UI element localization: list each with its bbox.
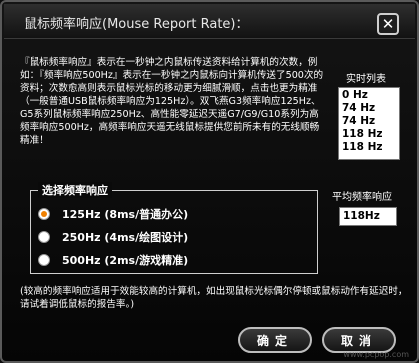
note-text: (较高的频率响应适用于效能较高的计算机，如出现鼠标光标偶尔停顿或鼠标动作有延迟时… <box>20 286 408 310</box>
radio-icon[interactable] <box>38 208 50 220</box>
realtime-list[interactable]: 0 Hz 74 Hz 74 Hz 118 Hz 118 Hz <box>338 87 400 160</box>
average-rate-value: 118Hz <box>339 207 397 226</box>
rate-group-title: 选择频率响应 <box>38 182 112 198</box>
rate-option-500hz[interactable]: 500Hz (2ms/游戏精准) <box>38 252 188 268</box>
list-item: 118 Hz <box>342 128 383 140</box>
rate-option-250hz[interactable]: 250Hz (4ms/绘图设计) <box>38 229 188 245</box>
close-button[interactable]: ✕ <box>377 13 399 35</box>
rate-option-label: 250Hz (4ms/绘图设计) <box>62 231 189 244</box>
ok-button[interactable]: 确定 <box>238 327 312 353</box>
list-item: 118 Hz <box>342 141 383 153</box>
dialog-title: 鼠标频率响应(Mouse Report Rate)： <box>24 17 249 32</box>
watermark: www.pcpop.com <box>343 350 409 359</box>
title-bar: 鼠标频率响应(Mouse Report Rate)： ✕ <box>4 4 415 39</box>
close-icon: ✕ <box>381 14 395 33</box>
average-rate-label: 平均频率响应 <box>332 192 392 203</box>
rate-option-label: 125Hz (8ms/普通办公) <box>62 208 189 221</box>
rate-option-125hz[interactable]: 125Hz (8ms/普通办公) <box>38 206 188 222</box>
rate-option-label: 500Hz (2ms/游戏精准) <box>62 254 189 267</box>
mouse-report-rate-dialog: 鼠标频率响应(Mouse Report Rate)： ✕ 『鼠标频率响应』表示在… <box>0 0 419 363</box>
radio-icon[interactable] <box>38 231 50 243</box>
description-text: 『鼠标频率响应』表示在一秒钟之内鼠标传送资料给计算机的次数，例如：『频率响应50… <box>20 57 324 146</box>
list-item: 74 Hz <box>342 102 376 114</box>
list-item: 74 Hz <box>342 115 376 127</box>
realtime-list-label: 实时列表 <box>346 74 386 85</box>
radio-icon[interactable] <box>38 254 50 266</box>
list-item: 0 Hz <box>342 89 368 101</box>
